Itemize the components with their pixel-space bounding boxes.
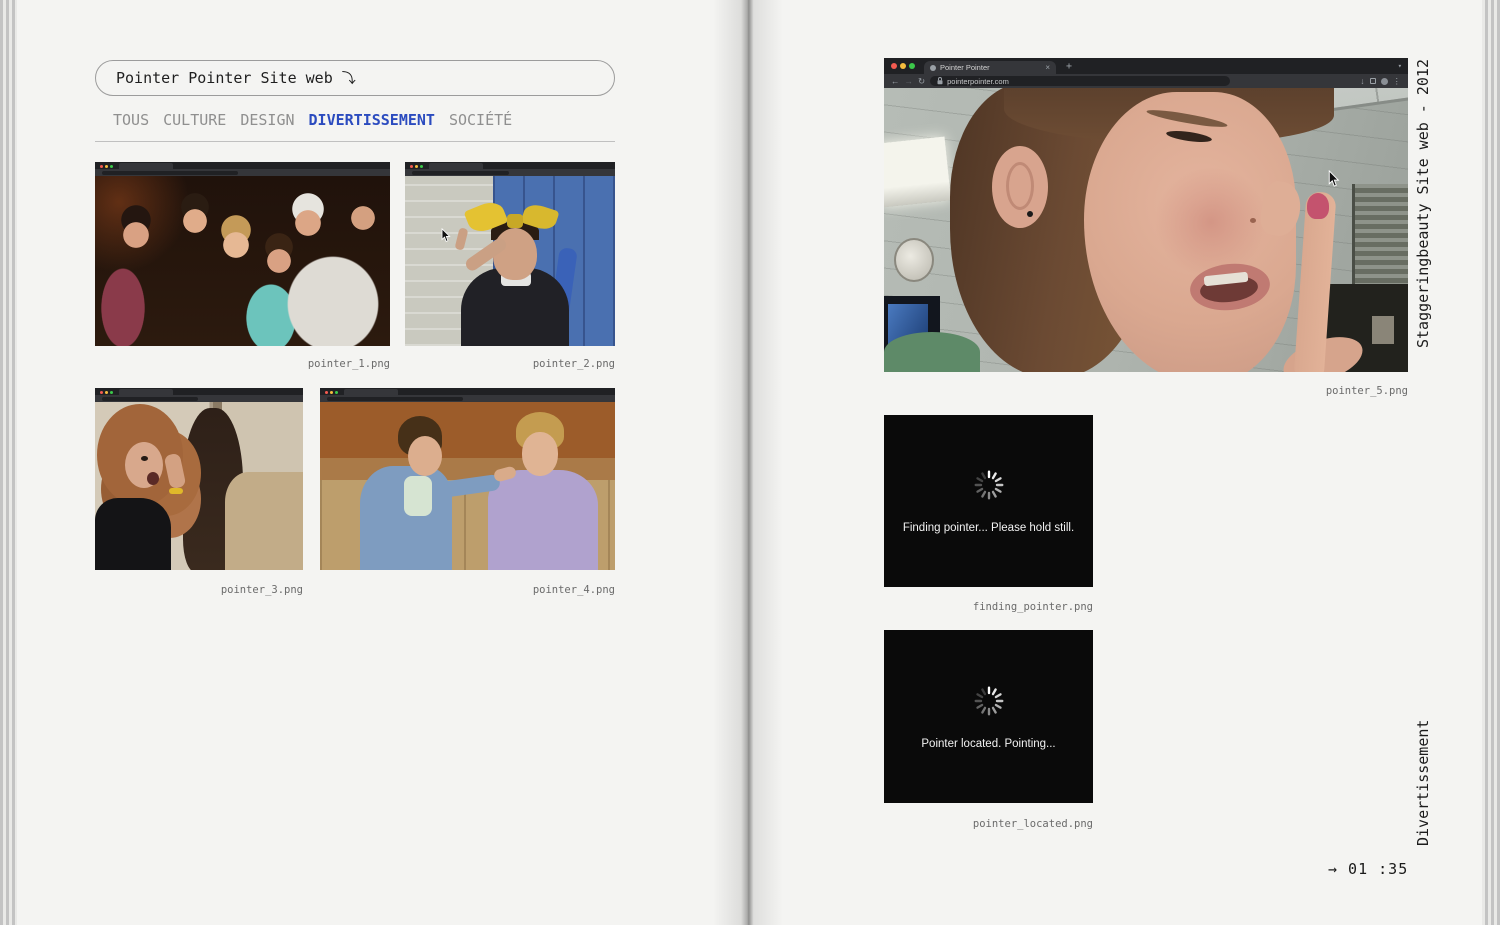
- nostril-shape: [1250, 218, 1256, 223]
- project-title: Pointer Pointer Site web: [116, 69, 333, 87]
- fluorescent-light-shape: [884, 137, 951, 208]
- party-photo-scene: [95, 176, 390, 346]
- eye-shape: [141, 456, 148, 461]
- tab-societe[interactable]: SOCIÉTÉ: [449, 111, 512, 129]
- main-screenshot-pointer-5: Pointer Pointer × + ▾ ← → ↻ pointerpoint…: [884, 58, 1408, 372]
- mini-browser-chrome: [320, 388, 615, 402]
- back-icon: ←: [891, 74, 900, 88]
- lock-icon: [937, 77, 943, 85]
- status-message: Pointer located. Pointing...: [921, 738, 1055, 750]
- mouth-shape: [147, 472, 159, 485]
- thumbnail-pointer-1: [95, 162, 390, 346]
- caption-pointer-3: pointer_3.png: [95, 584, 303, 596]
- forward-icon: →: [905, 74, 914, 88]
- mouse-cursor-icon: [441, 228, 451, 243]
- traffic-lights-icon: [325, 391, 328, 394]
- mini-url-pill: [327, 397, 463, 401]
- face-shape: [408, 436, 442, 476]
- book-spine: [713, 0, 783, 925]
- book-page-edges-right: [1482, 0, 1500, 925]
- earring-shape: [1027, 211, 1033, 217]
- torso-shape: [95, 498, 171, 570]
- face-closeup-photo-scene: [884, 88, 1408, 372]
- tab-close-icon: ×: [1045, 63, 1050, 72]
- green-shirt-shape: [884, 332, 980, 372]
- thumbnail-pointer-3: [95, 388, 303, 570]
- project-title-pill[interactable]: Pointer Pointer Site web ⤵: [95, 60, 615, 96]
- loading-spinner-icon: [972, 684, 1006, 718]
- browser-tab-strip: Pointer Pointer × + ▾: [884, 58, 1408, 74]
- url-text: pointerpointer.com: [947, 77, 1009, 86]
- lavender-shirt-shape: [488, 470, 598, 570]
- tabs-divider: [95, 141, 615, 142]
- tab-tous[interactable]: TOUS: [113, 111, 149, 129]
- loading-spinner-icon: [972, 468, 1006, 502]
- address-pill: pointerpointer.com: [930, 76, 1230, 86]
- mini-url-bar: [95, 169, 390, 176]
- face-shape: [493, 228, 537, 280]
- tab-design[interactable]: DESIGN: [240, 111, 294, 129]
- yellow-bow-photo-scene: [405, 176, 615, 346]
- down-right-arrow-icon: ⤵: [342, 68, 356, 88]
- new-tab-icon: +: [1066, 62, 1072, 72]
- category-filter-tabs: TOUS CULTURE DESIGN DIVERTISSEMENT SOCIÉ…: [113, 111, 512, 129]
- caption-pointer-located: pointer_located.png: [884, 818, 1093, 830]
- mini-url-bar: [320, 395, 615, 402]
- mini-browser-chrome: [405, 162, 615, 176]
- tab-culture[interactable]: CULTURE: [163, 111, 226, 129]
- caption-pointer-2: pointer_2.png: [405, 358, 615, 370]
- page-indicator: → 01 :35: [1328, 860, 1408, 878]
- browser-url-bar: ← → ↻ pointerpointer.com ↓ ⋮: [884, 74, 1408, 88]
- caption-pointer-5: pointer_5.png: [884, 385, 1408, 397]
- caption-finding-pointer: finding_pointer.png: [884, 601, 1093, 613]
- caption-pointer-1: pointer_1.png: [95, 358, 390, 370]
- book-page-edges-left: [0, 0, 17, 925]
- favicon-icon: [930, 65, 936, 71]
- pointing-finger-shape: [454, 227, 468, 251]
- picture-frame-shape: [1372, 316, 1394, 344]
- inner-shirt-shape: [404, 476, 432, 516]
- reload-icon: ↻: [918, 74, 925, 88]
- status-screen-located: Pointer located. Pointing...: [884, 630, 1093, 803]
- wall-clock-shape: [894, 238, 934, 282]
- mini-url-bar: [405, 169, 615, 176]
- coat-shape: [225, 472, 303, 570]
- status-screen-finding: Finding pointer... Please hold still.: [884, 415, 1093, 587]
- profile-avatar: [1381, 78, 1388, 85]
- caption-pointer-4: pointer_4.png: [320, 584, 615, 596]
- margin-project-label: Staggeringbeauty Site web - 2012: [1414, 52, 1432, 348]
- mini-browser-chrome: [95, 388, 303, 402]
- mini-browser-chrome: [95, 162, 390, 176]
- traffic-lights-icon: [891, 63, 897, 69]
- traffic-lights-icon: [100, 165, 103, 168]
- ear-inner-shape: [1006, 162, 1034, 210]
- mini-url-pill: [102, 171, 238, 175]
- bow-shape: [507, 214, 523, 228]
- menu-dots-icon: ⋮: [1393, 74, 1402, 88]
- browser-tab: Pointer Pointer ×: [924, 61, 1056, 74]
- pink-fingernail-shape: [1307, 193, 1329, 219]
- thumbnail-pointer-2: [405, 162, 615, 346]
- thumbnail-pointer-4: [320, 388, 615, 570]
- traffic-lights-icon: [410, 165, 413, 168]
- margin-category-label: Divertissement: [1414, 716, 1432, 846]
- couch-photo-scene: [320, 402, 615, 570]
- extension-icon: [1370, 78, 1376, 84]
- browser-tab-title: Pointer Pointer: [940, 63, 990, 72]
- status-message: Finding pointer... Please hold still.: [903, 522, 1074, 534]
- download-icon: ↓: [1360, 74, 1364, 88]
- mini-url-pill: [412, 171, 509, 175]
- mini-url-pill: [102, 397, 198, 401]
- face-shape: [522, 432, 558, 476]
- traffic-lights-icon: [100, 391, 103, 394]
- mini-url-bar: [95, 395, 303, 402]
- tab-divertissement[interactable]: DIVERTISSEMENT: [309, 111, 435, 129]
- chevron-down-icon: ▾: [1398, 62, 1402, 70]
- curly-hair-photo-scene: [95, 402, 303, 570]
- bracelet-shape: [169, 488, 183, 494]
- browser-toolbar-icons: ↓ ⋮: [1360, 74, 1401, 88]
- mouse-cursor-icon: [1328, 170, 1340, 188]
